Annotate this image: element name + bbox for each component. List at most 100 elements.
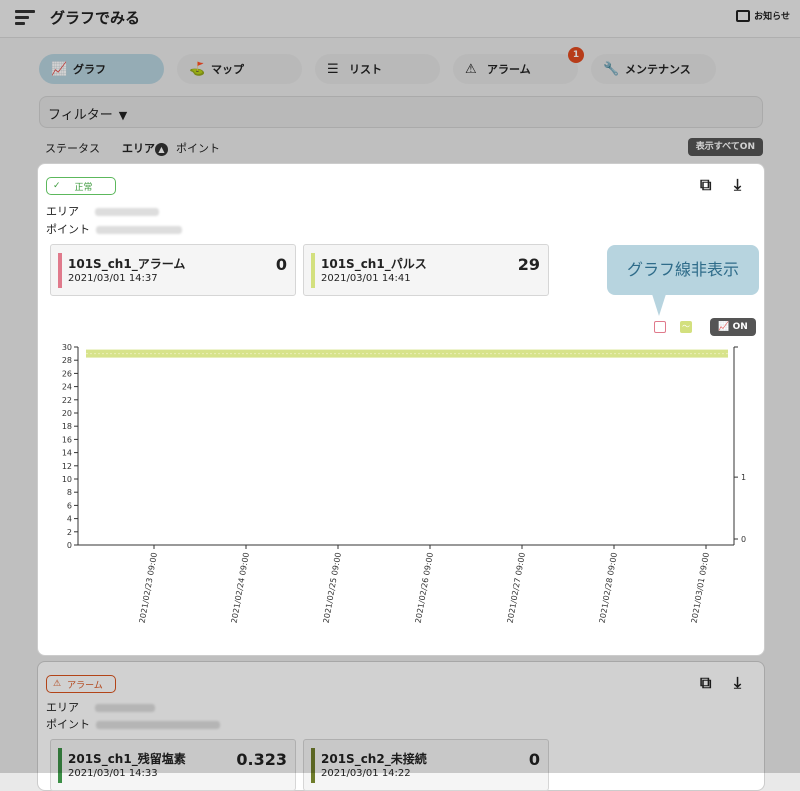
- chevron-up-icon: ▲: [155, 142, 168, 156]
- check-icon: ✓: [53, 181, 61, 191]
- y-tick-label: 14: [62, 449, 72, 458]
- sensor-value: 0.323: [236, 750, 287, 769]
- redacted-value: [96, 226, 182, 234]
- y-tick-label: 8: [67, 488, 72, 497]
- tab-bar: 📈 グラフ ⛳ マップ ☰ リスト ⚠ アラーム 1 🔧 メンテナンス: [39, 47, 716, 84]
- x-tick-label: 2021/02/25 09:00: [322, 552, 343, 624]
- series-color-bar: [58, 748, 62, 783]
- export-icon[interactable]: ⧉: [700, 175, 711, 195]
- sort-row: ステータス エリア ▲ ポイント: [45, 140, 220, 156]
- list-icon: ☰: [327, 61, 339, 77]
- status-badge: ✓ 正常: [46, 177, 116, 195]
- notice-button[interactable]: お知らせ: [736, 9, 790, 22]
- tooltip-tail: [652, 294, 666, 316]
- redacted-value: [95, 208, 159, 216]
- sort-status[interactable]: ステータス: [45, 140, 100, 156]
- y-tick-label: 30: [62, 343, 72, 352]
- sort-area-label: エリア: [122, 142, 155, 155]
- y-tick-label: 4: [67, 515, 72, 524]
- series-color-bar: [311, 253, 315, 288]
- chart-on-button[interactable]: 📈 ON: [710, 318, 756, 336]
- chart-icon: 📈: [718, 322, 733, 332]
- page-title: グラフでみる: [50, 9, 141, 27]
- sensor-tile[interactable]: 201S_ch1_残留塩素 2021/03/01 14:33 0.323: [50, 739, 296, 791]
- y2-tick-label: 1: [741, 473, 746, 482]
- on-label: ON: [732, 322, 748, 332]
- sensor-value: 29: [517, 255, 540, 274]
- sensor-time: 2021/03/01 14:33: [68, 768, 158, 779]
- message-icon: [736, 9, 751, 22]
- sensor-time: 2021/03/01 14:41: [321, 273, 411, 284]
- y-tick-label: 16: [62, 435, 72, 444]
- redacted-value: [95, 704, 155, 712]
- area-label: エリア: [46, 205, 79, 218]
- tab-alarm[interactable]: ⚠ アラーム 1: [453, 47, 584, 84]
- sensor-time: 2021/03/01 14:37: [68, 273, 158, 284]
- area-row: エリア: [46, 203, 159, 219]
- series-color-bar: [311, 748, 315, 783]
- map-icon: ⛳: [189, 61, 206, 77]
- sensor-tile[interactable]: 101S_ch1_パルス 2021/03/01 14:41 29: [303, 244, 549, 296]
- tab-label: グラフ: [73, 63, 106, 76]
- app-bar: グラフでみる お知らせ: [0, 0, 800, 38]
- y-tick-label: 26: [62, 369, 72, 378]
- filter-label: フィルター: [48, 108, 113, 123]
- tab-label: アラーム: [487, 63, 531, 76]
- y2-tick-label: 0: [741, 535, 746, 544]
- tab-label: マップ: [211, 63, 244, 76]
- tools-icon: 🔧: [603, 61, 620, 77]
- x-tick-label: 2021/03/01 09:00: [690, 552, 711, 624]
- area-row: エリア: [46, 699, 155, 715]
- y-tick-label: 0: [67, 541, 72, 550]
- sensor-tile[interactable]: 201S_ch2_未接続 2021/03/01 14:22 0: [303, 739, 549, 791]
- status-badge: ⚠ アラーム: [46, 675, 116, 693]
- notice-label: お知らせ: [754, 12, 790, 22]
- download-icon[interactable]: ⤓: [734, 673, 741, 693]
- tab-maintenance[interactable]: 🔧 メンテナンス: [591, 54, 716, 84]
- warning-icon: ⚠: [53, 679, 62, 689]
- download-icon[interactable]: ⤓: [734, 175, 741, 195]
- tab-list[interactable]: ☰ リスト: [315, 54, 440, 84]
- sensor-name: 201S_ch2_未接続: [321, 752, 427, 766]
- menu-icon[interactable]: [15, 10, 35, 26]
- filter-dropdown[interactable]: フィルター ▼: [39, 96, 763, 128]
- status-label: アラーム: [67, 680, 103, 691]
- y-tick-label: 18: [62, 422, 72, 431]
- point-label: ポイント: [46, 718, 90, 731]
- show-all-button[interactable]: 表示すべてON: [687, 138, 763, 156]
- x-tick-label: 2021/02/24 09:00: [230, 552, 251, 624]
- sensor-name: 101S_ch1_パルス: [321, 257, 427, 271]
- sort-point[interactable]: ポイント: [176, 140, 220, 156]
- tooltip: グラフ線非表示: [607, 245, 759, 295]
- y-tick-label: 10: [62, 475, 72, 484]
- redacted-value: [96, 721, 220, 729]
- sensor-card: ✓ 正常 ⧉ ⤓ エリア ポイント 101S_ch1_アラーム 2021/03/0…: [37, 163, 765, 656]
- chart-icon: 📈: [51, 61, 68, 77]
- series-color-bar: [58, 253, 62, 288]
- y-tick-label: 28: [62, 356, 72, 365]
- point-label: ポイント: [46, 223, 90, 236]
- y-tick-label: 20: [62, 409, 72, 418]
- line-chart: 024681012141618202224262830012021/02/23 …: [62, 343, 746, 624]
- sensor-tile[interactable]: 101S_ch1_アラーム 2021/03/01 14:37 0: [50, 244, 296, 296]
- x-tick-label: 2021/02/26 09:00: [414, 552, 435, 624]
- warning-icon: ⚠: [465, 61, 477, 77]
- y-tick-label: 24: [62, 383, 72, 392]
- series-toggle-pulse[interactable]: 〜: [680, 321, 692, 333]
- x-tick-label: 2021/02/27 09:00: [506, 552, 527, 624]
- y-tick-label: 2: [67, 528, 72, 537]
- sensor-time: 2021/03/01 14:22: [321, 768, 411, 779]
- alarm-count-badge: 1: [568, 47, 584, 63]
- sensor-card-alarm: ⚠ アラーム ⧉ ⤓ エリア ポイント 201S_ch1_残留塩素 2021/03…: [37, 661, 765, 791]
- tab-map[interactable]: ⛳ マップ: [177, 54, 302, 84]
- sensor-name: 201S_ch1_残留塩素: [68, 752, 186, 766]
- series-toggle-alarm[interactable]: [654, 321, 666, 333]
- y-tick-label: 22: [62, 396, 72, 405]
- y-tick-label: 6: [67, 501, 72, 510]
- sort-area[interactable]: エリア ▲: [122, 140, 168, 156]
- status-label: 正常: [74, 182, 93, 193]
- tab-graph[interactable]: 📈 グラフ: [39, 54, 164, 84]
- point-row: ポイント: [46, 221, 182, 237]
- sensor-value: 0: [528, 750, 540, 769]
- export-icon[interactable]: ⧉: [700, 673, 711, 693]
